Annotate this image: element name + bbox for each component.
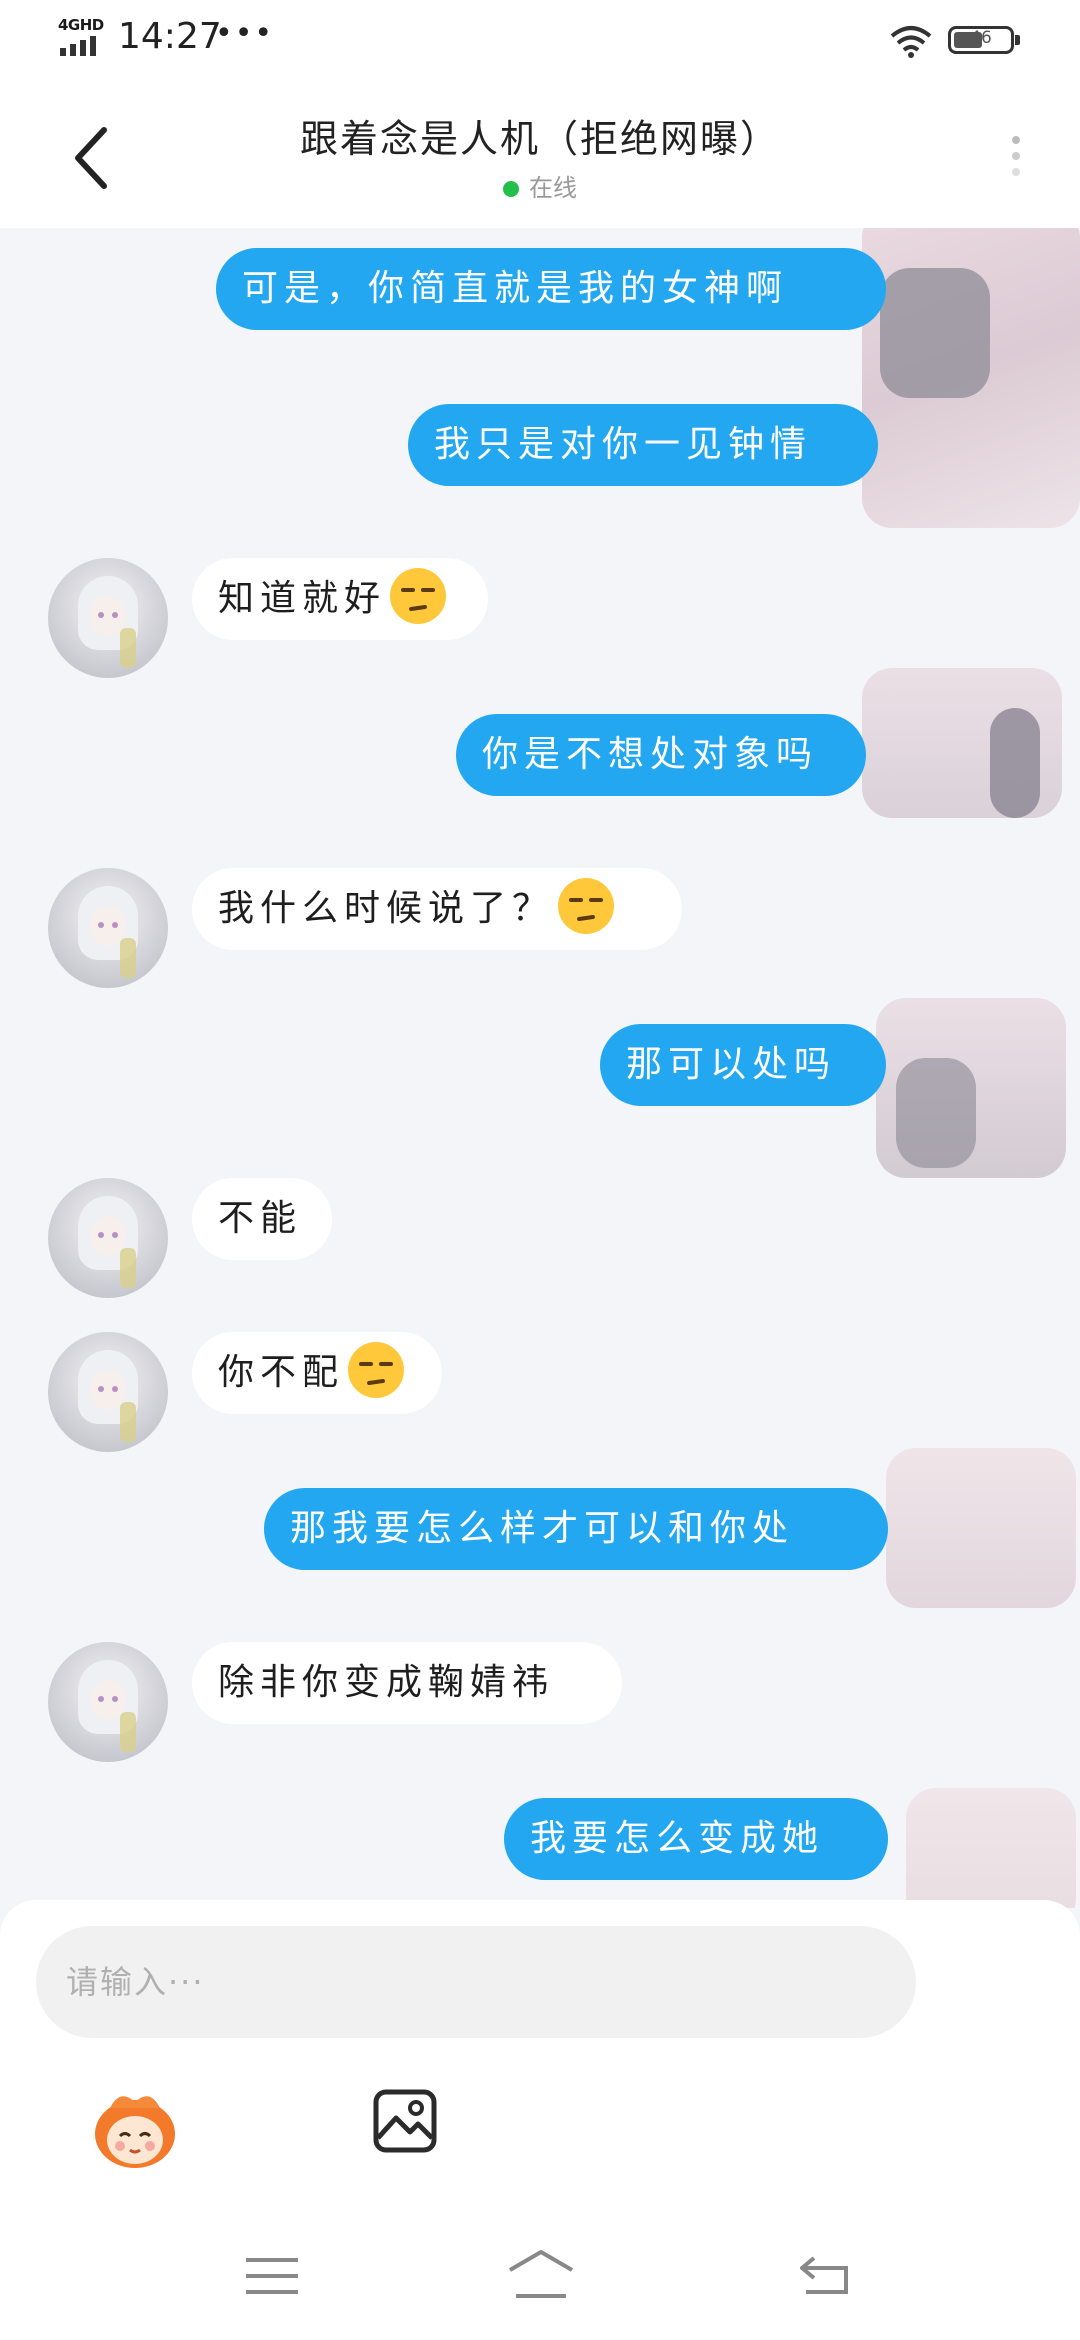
redaction-smudge xyxy=(906,1788,1076,1908)
status-bar: 4GHD 14:27 ••• 46 xyxy=(0,0,1080,80)
outgoing-message[interactable]: 我只是对你一见钟情 xyxy=(408,404,878,486)
notification-dots: ••• xyxy=(215,16,275,51)
incoming-message[interactable]: 我什么时候说了？ xyxy=(192,868,682,950)
message-text: 知道就好 xyxy=(218,578,387,619)
message-text: 你是不想处对象吗 xyxy=(482,734,819,775)
home-icon[interactable] xyxy=(506,2248,576,2298)
mascot-icon[interactable] xyxy=(90,2086,180,2172)
avatar[interactable] xyxy=(48,558,168,678)
outgoing-message[interactable]: 那我要怎么样才可以和你处 xyxy=(264,1488,888,1570)
message-text: 那我要怎么样才可以和你处 xyxy=(290,1508,795,1549)
message-text: 我什么时候说了？ xyxy=(218,888,555,929)
message-text: 那可以处吗 xyxy=(626,1044,837,1085)
redaction-smudge xyxy=(896,1058,976,1168)
message-text: 我要怎么变成她 xyxy=(530,1818,825,1859)
outgoing-message[interactable]: 你是不想处对象吗 xyxy=(456,714,866,796)
message-text: 不能 xyxy=(218,1198,303,1239)
unamused-face-icon xyxy=(558,878,615,934)
incoming-message[interactable]: 除非你变成鞠婧祎 xyxy=(192,1642,622,1724)
redaction-smudge xyxy=(990,708,1040,818)
back-icon[interactable] xyxy=(798,2252,850,2296)
redaction-smudge xyxy=(880,268,990,398)
message-text: 除非你变成鞠婧祎 xyxy=(218,1662,555,1703)
composer-panel: 请输入··· xyxy=(0,1900,1080,2340)
image-icon[interactable] xyxy=(372,2088,438,2154)
message-input[interactable]: 请输入··· xyxy=(36,1926,916,2038)
wifi-icon xyxy=(890,26,932,58)
avatar[interactable] xyxy=(48,1642,168,1762)
online-status-label: 在线 xyxy=(529,174,577,202)
battery-icon: 46 xyxy=(948,26,1020,54)
avatar[interactable] xyxy=(48,1332,168,1452)
online-dot-icon xyxy=(503,181,519,197)
message-text: 可是，你简直就是我的女神啊 xyxy=(242,268,789,309)
signal-icon xyxy=(60,36,96,56)
clock: 14:27 xyxy=(118,16,222,57)
incoming-message[interactable]: 你不配 xyxy=(192,1332,442,1414)
battery-level: 46 xyxy=(970,28,992,48)
unamused-face-icon xyxy=(390,568,447,624)
incoming-message[interactable]: 不能 xyxy=(192,1178,332,1260)
redaction-smudge xyxy=(886,1448,1076,1608)
more-vertical-icon[interactable] xyxy=(1006,130,1026,190)
incoming-message[interactable]: 知道就好 xyxy=(192,558,488,640)
menu-icon[interactable] xyxy=(246,2256,298,2296)
chat-title: 跟着念是人机（拒绝网曝） xyxy=(299,117,780,161)
message-list[interactable]: 可是，你简直就是我的女神啊 我只是对你一见钟情 知道就好 你是不想处对象吗 我什… xyxy=(0,228,1080,1908)
avatar[interactable] xyxy=(48,1178,168,1298)
outgoing-message[interactable]: 我要怎么变成她 xyxy=(504,1798,888,1880)
outgoing-message[interactable]: 那可以处吗 xyxy=(600,1024,886,1106)
unamused-face-icon xyxy=(348,1342,405,1398)
message-text: 你不配 xyxy=(218,1352,345,1393)
avatar[interactable] xyxy=(48,868,168,988)
message-text: 我只是对你一见钟情 xyxy=(434,424,813,465)
chat-header: 跟着念是人机（拒绝网曝） 在线 xyxy=(0,80,1080,228)
outgoing-message[interactable]: 可是，你简直就是我的女神啊 xyxy=(216,248,886,330)
online-status: 在线 xyxy=(0,168,1080,203)
